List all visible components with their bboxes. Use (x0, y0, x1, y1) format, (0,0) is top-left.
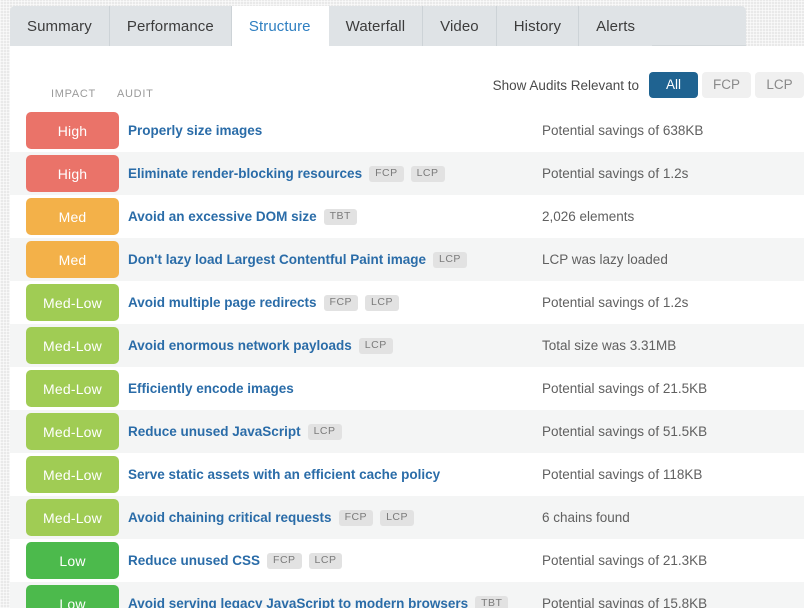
filter-button-fcp[interactable]: FCP (702, 72, 751, 98)
audit-detail: Potential savings of 638KB (542, 123, 704, 138)
audit-link[interactable]: Reduce unused CSS (128, 553, 260, 568)
audit-link[interactable]: Reduce unused JavaScript (128, 424, 301, 439)
table-row: Med-Low Avoid enormous network payloads LC… (10, 324, 804, 367)
audit-detail: 6 chains found (542, 510, 630, 525)
table-row: Med-Low Serve static assets with an effic… (10, 453, 804, 496)
table-row: Med-Low Avoid multiple page redirects FCP L… (10, 281, 804, 324)
table-row: Med-Low Reduce unused JavaScript LCP Potent… (10, 410, 804, 453)
metric-tag-tbt: TBT (475, 595, 509, 608)
audit-cell: Avoid chaining critical requests FCP LCP (128, 509, 414, 526)
audit-cell: Don't lazy load Largest Contentful Paint… (128, 251, 467, 268)
audit-link[interactable]: Avoid serving legacy JavaScript to moder… (128, 596, 468, 608)
metric-tag-fcp: FCP (323, 294, 359, 311)
metric-tag-tbt: TBT (323, 208, 357, 225)
impact-badge: Med-Low (26, 413, 119, 450)
audit-detail: 2,026 elements (542, 209, 635, 224)
tab-video[interactable]: Video (423, 6, 497, 46)
audit-detail: Potential savings of 118KB (542, 467, 703, 482)
metric-tag-fcp: FCP (267, 552, 302, 569)
table-row: Low Reduce unused CSS FCP LCP Potential savi… (10, 539, 804, 582)
audit-link[interactable]: Properly size images (128, 123, 262, 138)
audit-detail: Potential savings of 21.5KB (542, 381, 708, 396)
metric-tag-lcp: LCP (433, 251, 467, 268)
impact-badge: Med-Low (26, 327, 119, 364)
tab-waterfall[interactable]: Waterfall (328, 6, 424, 46)
impact-badge: Med (26, 241, 119, 278)
audit-table: High Properly size images Potential saving… (10, 109, 804, 608)
audit-link[interactable]: Don't lazy load Largest Contentful Paint… (128, 252, 426, 267)
column-header-impact: IMPACT (51, 88, 96, 100)
structure-panel: Show Audits Relevant to All FCP LCP IMPACT… (10, 46, 804, 608)
table-row: Med Don't lazy load Largest Contentful Pa… (10, 238, 804, 281)
filter-button-group: All FCP LCP (649, 72, 804, 98)
audit-link[interactable]: Avoid an excessive DOM size (128, 209, 317, 224)
table-row: Low Avoid serving legacy JavaScript to mo… (10, 582, 804, 608)
table-row: Med-Low Efficiently encode images Potentia… (10, 367, 804, 410)
audit-cell: Reduce unused JavaScript LCP (128, 423, 342, 440)
impact-badge: Low (26, 585, 119, 608)
impact-badge: Med-Low (26, 284, 119, 321)
impact-badge: Med-Low (26, 456, 119, 493)
impact-badge: Med-Low (26, 499, 119, 536)
metric-tag-lcp: LCP (358, 337, 393, 354)
table-row: Med-Low Avoid chaining critical requests F… (10, 496, 804, 539)
metric-tag-lcp: LCP (410, 165, 445, 182)
audit-link[interactable]: Efficiently encode images (128, 381, 294, 396)
filter-label: Show Audits Relevant to (492, 77, 639, 93)
audit-cell: Properly size images (128, 123, 262, 138)
audit-detail: Total size was 3.31MB (542, 338, 677, 353)
tab-summary[interactable]: Summary (10, 6, 110, 46)
metric-tag-lcp: LCP (307, 423, 342, 440)
tab-performance[interactable]: Performance (109, 6, 232, 46)
audit-cell: Reduce unused CSS FCP LCP (128, 552, 343, 569)
metric-tag-lcp: LCP (365, 294, 399, 311)
filter-button-lcp[interactable]: LCP (755, 72, 804, 98)
audit-detail: Potential savings of 21.3KB (542, 553, 708, 568)
audit-detail: Potential savings of 1.2s (542, 166, 689, 181)
audit-cell: Avoid serving legacy JavaScript to moder… (128, 595, 509, 608)
audit-cell: Serve static assets with an efficient ca… (128, 467, 440, 482)
audit-cell: Efficiently encode images (128, 381, 294, 396)
audit-link[interactable]: Eliminate render-blocking resources (128, 166, 362, 181)
table-row: Med Avoid an excessive DOM size TBT 2,026 e… (10, 195, 804, 238)
audit-cell: Eliminate render-blocking resources FCP LC… (128, 165, 445, 182)
filter-button-all[interactable]: All (649, 72, 698, 98)
audit-link[interactable]: Avoid multiple page redirects (128, 295, 317, 310)
audit-detail: Potential savings of 1.2s (542, 295, 689, 310)
audit-cell: Avoid an excessive DOM size TBT (128, 208, 357, 225)
metric-tag-lcp: LCP (380, 509, 414, 526)
table-row: High Eliminate render-blocking resources F… (10, 152, 804, 195)
impact-badge: Low (26, 542, 119, 579)
impact-badge: Med (26, 198, 119, 235)
audit-link[interactable]: Serve static assets with an efficient ca… (128, 467, 440, 482)
impact-badge: High (26, 155, 119, 192)
audit-detail: Potential savings of 51.5KB (542, 424, 708, 439)
tab-structure[interactable]: Structure (231, 6, 329, 46)
impact-badge: High (26, 112, 119, 149)
structure-page: Summary Performance Structure Waterfall Vide… (0, 0, 804, 608)
audit-link[interactable]: Avoid chaining critical requests (128, 510, 332, 525)
audit-detail: LCP was lazy loaded (542, 252, 668, 267)
metric-tag-fcp: FCP (369, 165, 404, 182)
metric-tag-lcp: LCP (308, 552, 343, 569)
column-header-audit: AUDIT (117, 88, 154, 100)
audit-detail: Potential savings of 15.8KB (542, 596, 708, 608)
audit-cell: Avoid enormous network payloads LCP (128, 337, 393, 354)
tab-alerts[interactable]: Alerts (579, 6, 653, 46)
table-row: High Properly size images Potential saving… (10, 109, 804, 152)
audit-link[interactable]: Avoid enormous network payloads (128, 338, 352, 353)
tab-history[interactable]: History (496, 6, 580, 46)
audit-cell: Avoid multiple page redirects FCP LCP (128, 294, 399, 311)
tab-bar: Summary Performance Structure Waterfall Vide… (10, 6, 746, 46)
audit-filter-bar: Show Audits Relevant to All FCP LCP (493, 72, 804, 98)
impact-badge: Med-Low (26, 370, 119, 407)
metric-tag-fcp: FCP (338, 509, 374, 526)
